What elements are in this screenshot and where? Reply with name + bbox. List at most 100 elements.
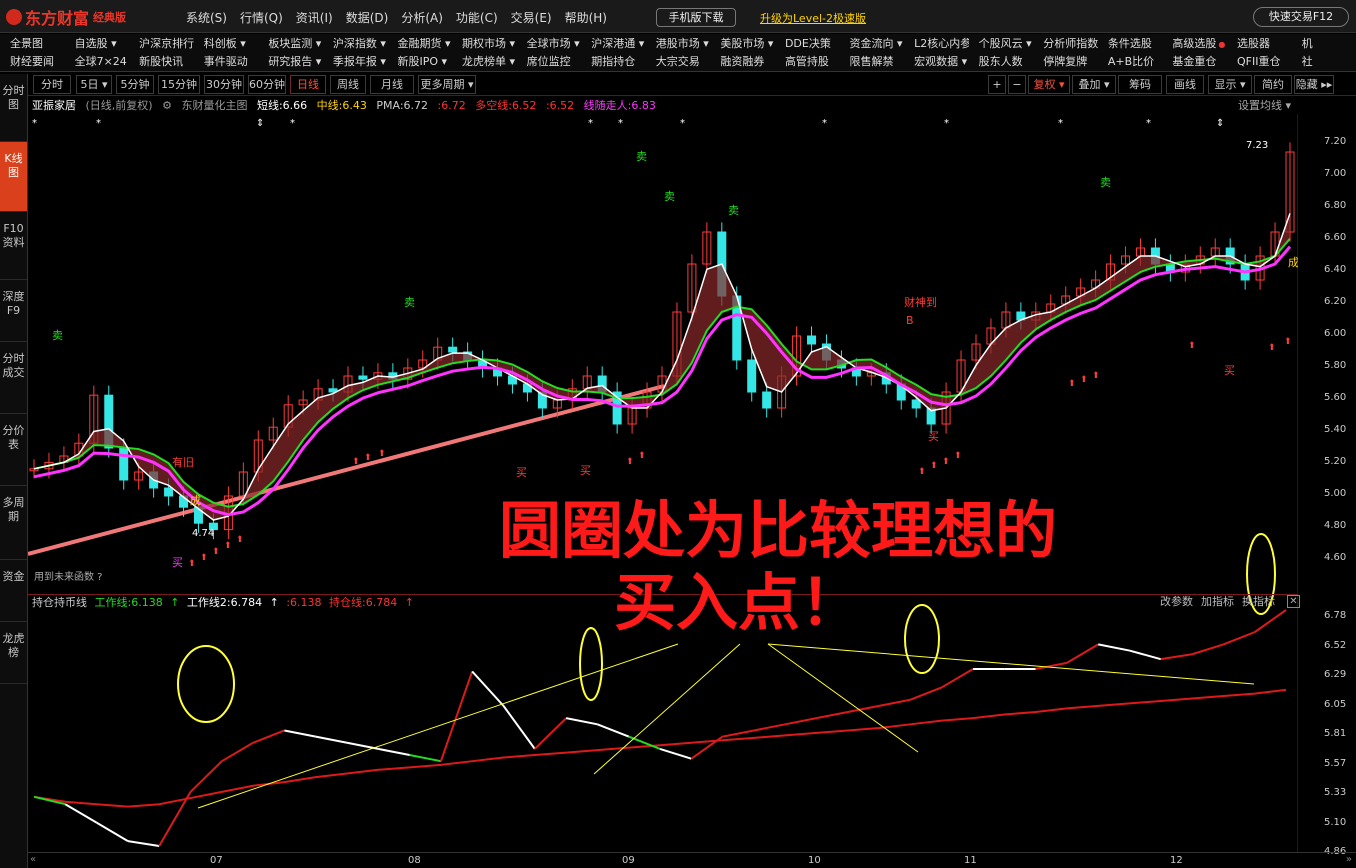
nav-item[interactable]: 沪深京排行 ▾ bbox=[129, 35, 194, 53]
period-tab[interactable]: 月线 bbox=[370, 75, 414, 94]
nav-item[interactable]: 自选股 ▾ bbox=[65, 35, 130, 53]
nav-item[interactable]: 全球7×24 bbox=[65, 53, 130, 71]
quant-chart-label[interactable]: 东财量化主图 bbox=[181, 99, 247, 112]
nav-item[interactable]: 股东人数 bbox=[969, 53, 1034, 71]
chart-tool-button[interactable]: 简约 bbox=[1254, 75, 1292, 94]
quick-trade-button[interactable]: 快速交易F12 bbox=[1253, 7, 1349, 27]
sidebar-tab[interactable]: 多周期 bbox=[0, 486, 27, 560]
nav-item[interactable]: 期指持仓 bbox=[581, 53, 646, 71]
mobile-download-button[interactable]: 手机版下载 bbox=[656, 8, 736, 27]
chart-tool-button[interactable]: − bbox=[1008, 75, 1026, 94]
nav-item[interactable]: 美股市场 ▾ bbox=[710, 35, 775, 53]
nav-item[interactable]: 停牌复牌 bbox=[1033, 53, 1098, 71]
chart-tool-button[interactable]: 叠加 ▾ bbox=[1072, 75, 1116, 94]
nav-item[interactable]: 龙虎榜单 ▾ bbox=[452, 53, 517, 71]
nav-item[interactable]: 事件驱动 bbox=[194, 53, 259, 71]
nav-item[interactable]: 基金重仓 bbox=[1162, 53, 1227, 71]
nav-item[interactable]: 全景图 bbox=[0, 35, 65, 53]
sub-tool-button[interactable]: 换指标 bbox=[1242, 595, 1275, 608]
buy-arrow: ⬆ bbox=[378, 449, 386, 459]
nav-item[interactable]: 大宗交易 bbox=[646, 53, 711, 71]
period-tab[interactable]: 更多周期 ▾ bbox=[418, 75, 476, 94]
nav-item[interactable]: 条件选股 bbox=[1098, 35, 1163, 53]
nav-item[interactable]: 沪深指数 ▾ bbox=[323, 35, 388, 53]
close-icon[interactable]: ✕ bbox=[1287, 595, 1300, 608]
nav-item[interactable]: 季报年报 ▾ bbox=[323, 53, 388, 71]
nav-item[interactable]: 高管持股 bbox=[775, 53, 840, 71]
nav-item[interactable]: DDE决策 bbox=[775, 35, 840, 53]
nav-item[interactable]: 社 bbox=[1292, 53, 1356, 71]
period-tab[interactable]: 15分钟 bbox=[158, 75, 200, 94]
stock-name[interactable]: 亚振家居 bbox=[32, 99, 76, 112]
sidebar-tab[interactable]: F10资料 bbox=[0, 212, 27, 280]
period-tab[interactable]: 分时 bbox=[33, 75, 71, 94]
menu-item-7[interactable]: 帮助(H) bbox=[565, 9, 607, 26]
nav-item[interactable]: 全球市场 ▾ bbox=[517, 35, 582, 53]
menu-item-2[interactable]: 资讯(I) bbox=[296, 9, 333, 26]
sidebar-tab[interactable]: 分时图 bbox=[0, 74, 27, 142]
nav-item[interactable]: 融资融券 bbox=[710, 53, 775, 71]
nav-item[interactable]: 分析师指数 bbox=[1033, 35, 1098, 53]
buy-arrow: ⬆ bbox=[1080, 375, 1088, 385]
menu-item-5[interactable]: 功能(C) bbox=[456, 9, 498, 26]
nav-item[interactable]: 机 bbox=[1292, 35, 1356, 53]
chart-tool-button[interactable]: 复权 ▾ bbox=[1028, 75, 1070, 94]
menu-item-1[interactable]: 行情(Q) bbox=[240, 9, 283, 26]
work-line-segment bbox=[722, 729, 755, 738]
nav-item[interactable]: 新股快讯 bbox=[129, 53, 194, 71]
chart-tool-button[interactable]: 画线 bbox=[1166, 75, 1204, 94]
scroll-left-icon[interactable]: « bbox=[30, 854, 36, 865]
nav-item[interactable]: 限售解禁 bbox=[840, 53, 905, 71]
nav-item[interactable]: QFII重仓 bbox=[1227, 53, 1292, 71]
scroll-right-icon[interactable]: » bbox=[1346, 854, 1352, 865]
menu-item-4[interactable]: 分析(A) bbox=[401, 9, 443, 26]
nav-item[interactable]: 资金流向 ▾ bbox=[840, 35, 905, 53]
sidebar-tab[interactable]: 分时成交 bbox=[0, 342, 27, 414]
chart-tool-button[interactable]: 隐藏 ▸▸ bbox=[1294, 75, 1334, 94]
sidebar-tab[interactable]: K线图 bbox=[0, 142, 27, 212]
nav-item[interactable]: 沪深港通 ▾ bbox=[581, 35, 646, 53]
sidebar-tab[interactable]: 龙虎榜 bbox=[0, 622, 27, 684]
period-tab[interactable]: 5日 ▾ bbox=[76, 75, 112, 94]
menu-item-6[interactable]: 交易(E) bbox=[511, 9, 552, 26]
kline-chart[interactable]: 卖卖卖卖卖卖买 买买买买7.234.74有旧财神到B成成⬆⬆⬆⬆⬆⬆ ⬆ ⬆⬆⬆⬆⬆ ⬆… bbox=[28, 114, 1298, 852]
sidebar-tab[interactable]: 资金 bbox=[0, 560, 27, 622]
menu-item-3[interactable]: 数据(D) bbox=[346, 9, 389, 26]
nav-item[interactable]: 席位监控 bbox=[517, 53, 582, 71]
sub-indicator-name[interactable]: 持仓持币线 bbox=[32, 596, 87, 609]
period-tab[interactable]: 60分钟 bbox=[248, 75, 286, 94]
nav-item[interactable]: 高级选股 bbox=[1162, 35, 1227, 53]
nav-item[interactable]: 金融期货 ▾ bbox=[387, 35, 452, 53]
nav-item[interactable]: 研究报告 ▾ bbox=[258, 53, 323, 71]
gear-icon[interactable]: ⚙ bbox=[162, 99, 172, 112]
marker-star: * bbox=[618, 118, 623, 129]
sidebar-tab[interactable]: 深度F9 bbox=[0, 280, 27, 342]
upgrade-link[interactable]: 升级为Level-2极速版 bbox=[760, 10, 866, 26]
work-line-segment bbox=[1066, 643, 1099, 664]
nav-item[interactable]: 个股风云 ▾ bbox=[969, 35, 1034, 53]
nav-item[interactable]: L2核心内参 bbox=[904, 35, 969, 53]
multi-short-value: 多空线:6.52 bbox=[475, 99, 537, 112]
nav-item[interactable]: 期权市场 ▾ bbox=[452, 35, 517, 53]
nav-item[interactable]: 科创板 ▾ bbox=[194, 35, 259, 53]
chart-tool-button[interactable]: 显示 ▾ bbox=[1208, 75, 1252, 94]
nav-item[interactable]: 港股市场 ▾ bbox=[646, 35, 711, 53]
nav-item[interactable]: 宏观数据 ▾ bbox=[904, 53, 969, 71]
period-tab[interactable]: 周线 bbox=[330, 75, 366, 94]
menu-item-0[interactable]: 系统(S) bbox=[186, 9, 227, 26]
nav-item[interactable]: 板块监测 ▾ bbox=[258, 35, 323, 53]
ma-settings-button[interactable]: 设置均线 ▾ bbox=[1238, 97, 1291, 114]
work-line-segment bbox=[127, 840, 160, 847]
sub-tool-button[interactable]: 改参数 bbox=[1160, 595, 1193, 608]
period-tab[interactable]: 日线 bbox=[290, 75, 326, 94]
period-tab[interactable]: 30分钟 bbox=[204, 75, 244, 94]
sidebar-tab[interactable]: 分价表 bbox=[0, 414, 27, 486]
nav-item[interactable]: A+B比价 bbox=[1098, 53, 1163, 71]
sub-tool-button[interactable]: 加指标 bbox=[1201, 595, 1234, 608]
nav-item[interactable]: 新股IPO ▾ bbox=[387, 53, 452, 71]
chart-tool-button[interactable]: + bbox=[988, 75, 1006, 94]
period-tab[interactable]: 5分钟 bbox=[116, 75, 154, 94]
nav-item[interactable]: 选股器 bbox=[1227, 35, 1292, 53]
nav-item[interactable]: 财经要闻 bbox=[0, 53, 65, 71]
chart-tool-button[interactable]: 筹码 bbox=[1118, 75, 1162, 94]
